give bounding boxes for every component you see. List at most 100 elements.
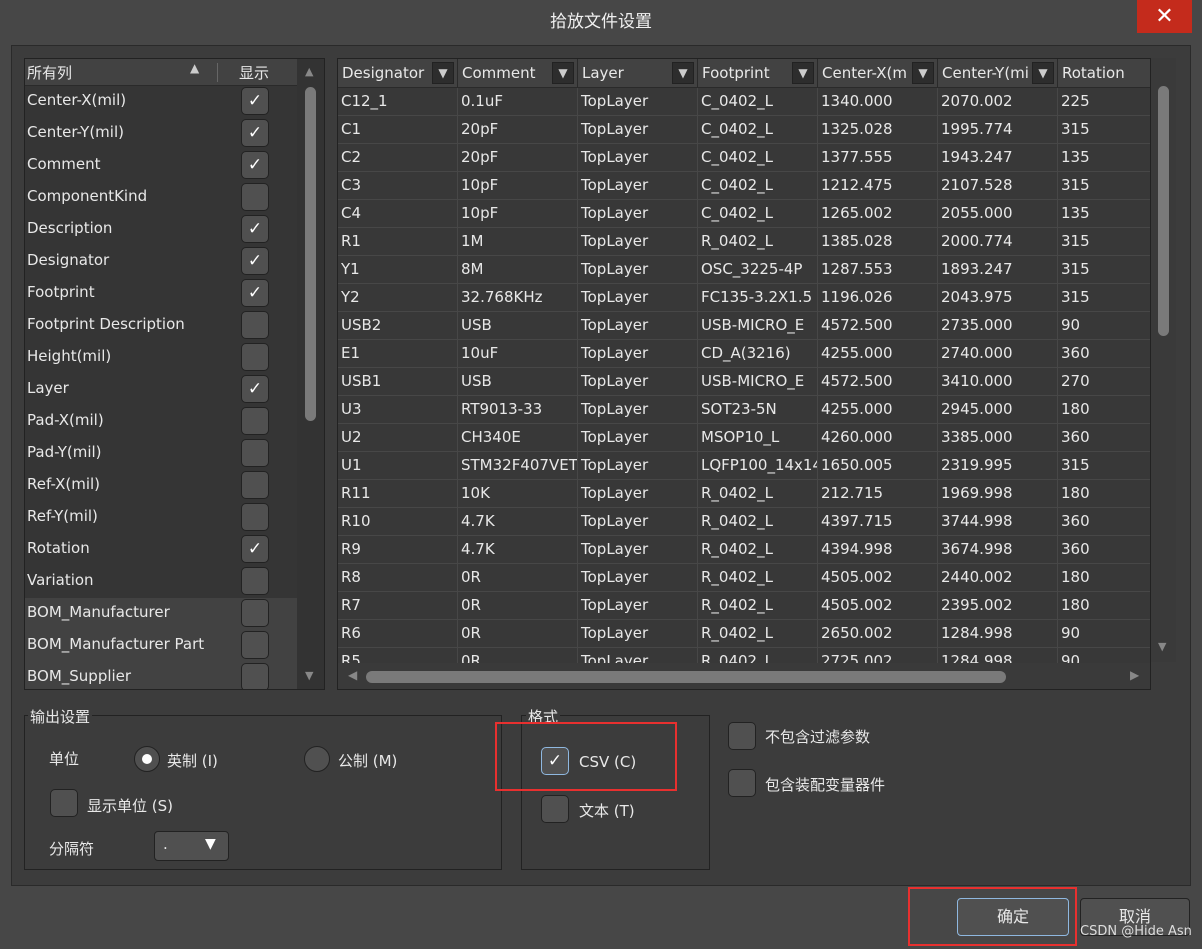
table-cell[interactable]: 135	[1058, 200, 1150, 228]
table-cell[interactable]: R9	[338, 536, 458, 564]
table-cell[interactable]: 315	[1058, 256, 1150, 284]
table-cell[interactable]: C_0402_L	[698, 172, 818, 200]
table-cell[interactable]: 1M	[458, 228, 578, 256]
table-cell[interactable]: OSC_3225-4P	[698, 256, 818, 284]
table-cell[interactable]: R10	[338, 508, 458, 536]
table-cell[interactable]: 212.715	[818, 480, 938, 508]
table-cell[interactable]: 4260.000	[818, 424, 938, 452]
table-cell[interactable]: TopLayer	[578, 452, 698, 480]
table-cell[interactable]: 1385.028	[818, 228, 938, 256]
table-cell[interactable]: 4572.500	[818, 312, 938, 340]
scroll-left-icon[interactable]: ◀	[348, 668, 357, 682]
table-cell[interactable]: 3674.998	[938, 536, 1058, 564]
table-cell[interactable]: TopLayer	[578, 88, 698, 116]
table-cell[interactable]: 1969.998	[938, 480, 1058, 508]
column-list-item[interactable]: Ref-Y(mil)	[25, 502, 297, 534]
table-cell[interactable]: 4397.715	[818, 508, 938, 536]
list-scroll-thumb[interactable]	[305, 87, 316, 421]
scroll-up-icon[interactable]: ▲	[305, 65, 313, 78]
column-list-item[interactable]: Description ✓	[25, 214, 297, 246]
column-list-item[interactable]: Variation	[25, 566, 297, 598]
table-cell[interactable]: TopLayer	[578, 340, 698, 368]
table-cell[interactable]: TopLayer	[578, 172, 698, 200]
table-cell[interactable]: R_0402_L	[698, 592, 818, 620]
table-cell[interactable]: 1325.028	[818, 116, 938, 144]
filter-icon[interactable]: ▼	[672, 62, 694, 84]
table-cell[interactable]: R8	[338, 564, 458, 592]
metric-radio[interactable]	[304, 746, 330, 772]
table-cell[interactable]: 1212.475	[818, 172, 938, 200]
table-cell[interactable]: 1377.555	[818, 144, 938, 172]
header-all-columns[interactable]: 所有列	[27, 62, 72, 83]
show-column-checkbox[interactable]: ✓	[241, 151, 269, 179]
table-cell[interactable]: 270	[1058, 368, 1150, 396]
table-cell[interactable]: E1	[338, 340, 458, 368]
table-cell[interactable]: 3385.000	[938, 424, 1058, 452]
table-cell[interactable]: TopLayer	[578, 116, 698, 144]
column-list-item[interactable]: ComponentKind	[25, 182, 297, 214]
table-cell[interactable]: 4572.500	[818, 368, 938, 396]
show-column-checkbox[interactable]: ✓	[241, 535, 269, 563]
table-cell[interactable]: 2395.002	[938, 592, 1058, 620]
show-units-checkbox[interactable]	[50, 789, 78, 817]
show-column-checkbox[interactable]	[241, 311, 269, 339]
table-cell[interactable]: C4	[338, 200, 458, 228]
imperial-radio[interactable]	[134, 746, 160, 772]
table-cell[interactable]: TopLayer	[578, 200, 698, 228]
table-cell[interactable]: 1995.774	[938, 116, 1058, 144]
table-cell[interactable]: 1265.002	[818, 200, 938, 228]
text-checkbox[interactable]	[541, 795, 569, 823]
table-cell[interactable]: R_0402_L	[698, 620, 818, 648]
table-cell[interactable]: R_0402_L	[698, 228, 818, 256]
table-cell[interactable]: 2070.002	[938, 88, 1058, 116]
filter-icon[interactable]: ▼	[792, 62, 814, 84]
horizontal-scrollbar[interactable]: ◀ ▶	[338, 663, 1150, 689]
table-cell[interactable]: 2740.000	[938, 340, 1058, 368]
table-cell[interactable]: TopLayer	[578, 508, 698, 536]
separator-dropdown[interactable]: . ▼	[154, 831, 229, 861]
column-list-item[interactable]: BOM_Supplier	[25, 662, 297, 689]
table-cell[interactable]: 2735.000	[938, 312, 1058, 340]
table-cell[interactable]: 360	[1058, 340, 1150, 368]
show-column-checkbox[interactable]	[241, 439, 269, 467]
table-cell[interactable]: TopLayer	[578, 620, 698, 648]
table-cell[interactable]: 10pF	[458, 200, 578, 228]
table-cell[interactable]: 2650.002	[818, 620, 938, 648]
text-label[interactable]: 文本 (T)	[579, 800, 635, 821]
table-cell[interactable]: 2319.995	[938, 452, 1058, 480]
table-cell[interactable]: CD_A(3216)	[698, 340, 818, 368]
table-cell[interactable]: 2000.774	[938, 228, 1058, 256]
table-cell[interactable]: 1284.998	[938, 620, 1058, 648]
table-cell[interactable]: R7	[338, 592, 458, 620]
table-cell[interactable]: TopLayer	[578, 536, 698, 564]
table-cell[interactable]: C_0402_L	[698, 144, 818, 172]
close-button[interactable]: ✕	[1137, 0, 1192, 33]
column-header[interactable]: Center-X(m ▼	[818, 59, 938, 88]
table-cell[interactable]: C12_1	[338, 88, 458, 116]
table-cell[interactable]: C1	[338, 116, 458, 144]
table-cell[interactable]: 2440.002	[938, 564, 1058, 592]
show-column-checkbox[interactable]: ✓	[241, 247, 269, 275]
table-cell[interactable]: TopLayer	[578, 228, 698, 256]
table-cell[interactable]: USB2	[338, 312, 458, 340]
table-cell[interactable]: 315	[1058, 228, 1150, 256]
table-cell[interactable]: 0R	[458, 564, 578, 592]
table-cell[interactable]: C_0402_L	[698, 116, 818, 144]
table-cell[interactable]: TopLayer	[578, 256, 698, 284]
table-cell[interactable]: TopLayer	[578, 368, 698, 396]
table-cell[interactable]: 90	[1058, 620, 1150, 648]
table-cell[interactable]: 1287.553	[818, 256, 938, 284]
table-cell[interactable]: USB	[458, 368, 578, 396]
filter-icon[interactable]: ▼	[432, 62, 454, 84]
table-cell[interactable]: R11	[338, 480, 458, 508]
table-cell[interactable]: USB1	[338, 368, 458, 396]
show-units-label[interactable]: 显示单位 (S)	[87, 795, 173, 816]
column-list-item[interactable]: Footprint Description	[25, 310, 297, 342]
show-column-checkbox[interactable]	[241, 503, 269, 531]
column-list-item[interactable]: Pad-Y(mil)	[25, 438, 297, 470]
table-cell[interactable]: 3744.998	[938, 508, 1058, 536]
list-scrollbar[interactable]: ▲ ▼	[297, 59, 324, 689]
table-cell[interactable]: TopLayer	[578, 424, 698, 452]
table-cell[interactable]: RT9013-33	[458, 396, 578, 424]
sort-asc-icon[interactable]: ▲	[190, 61, 199, 75]
